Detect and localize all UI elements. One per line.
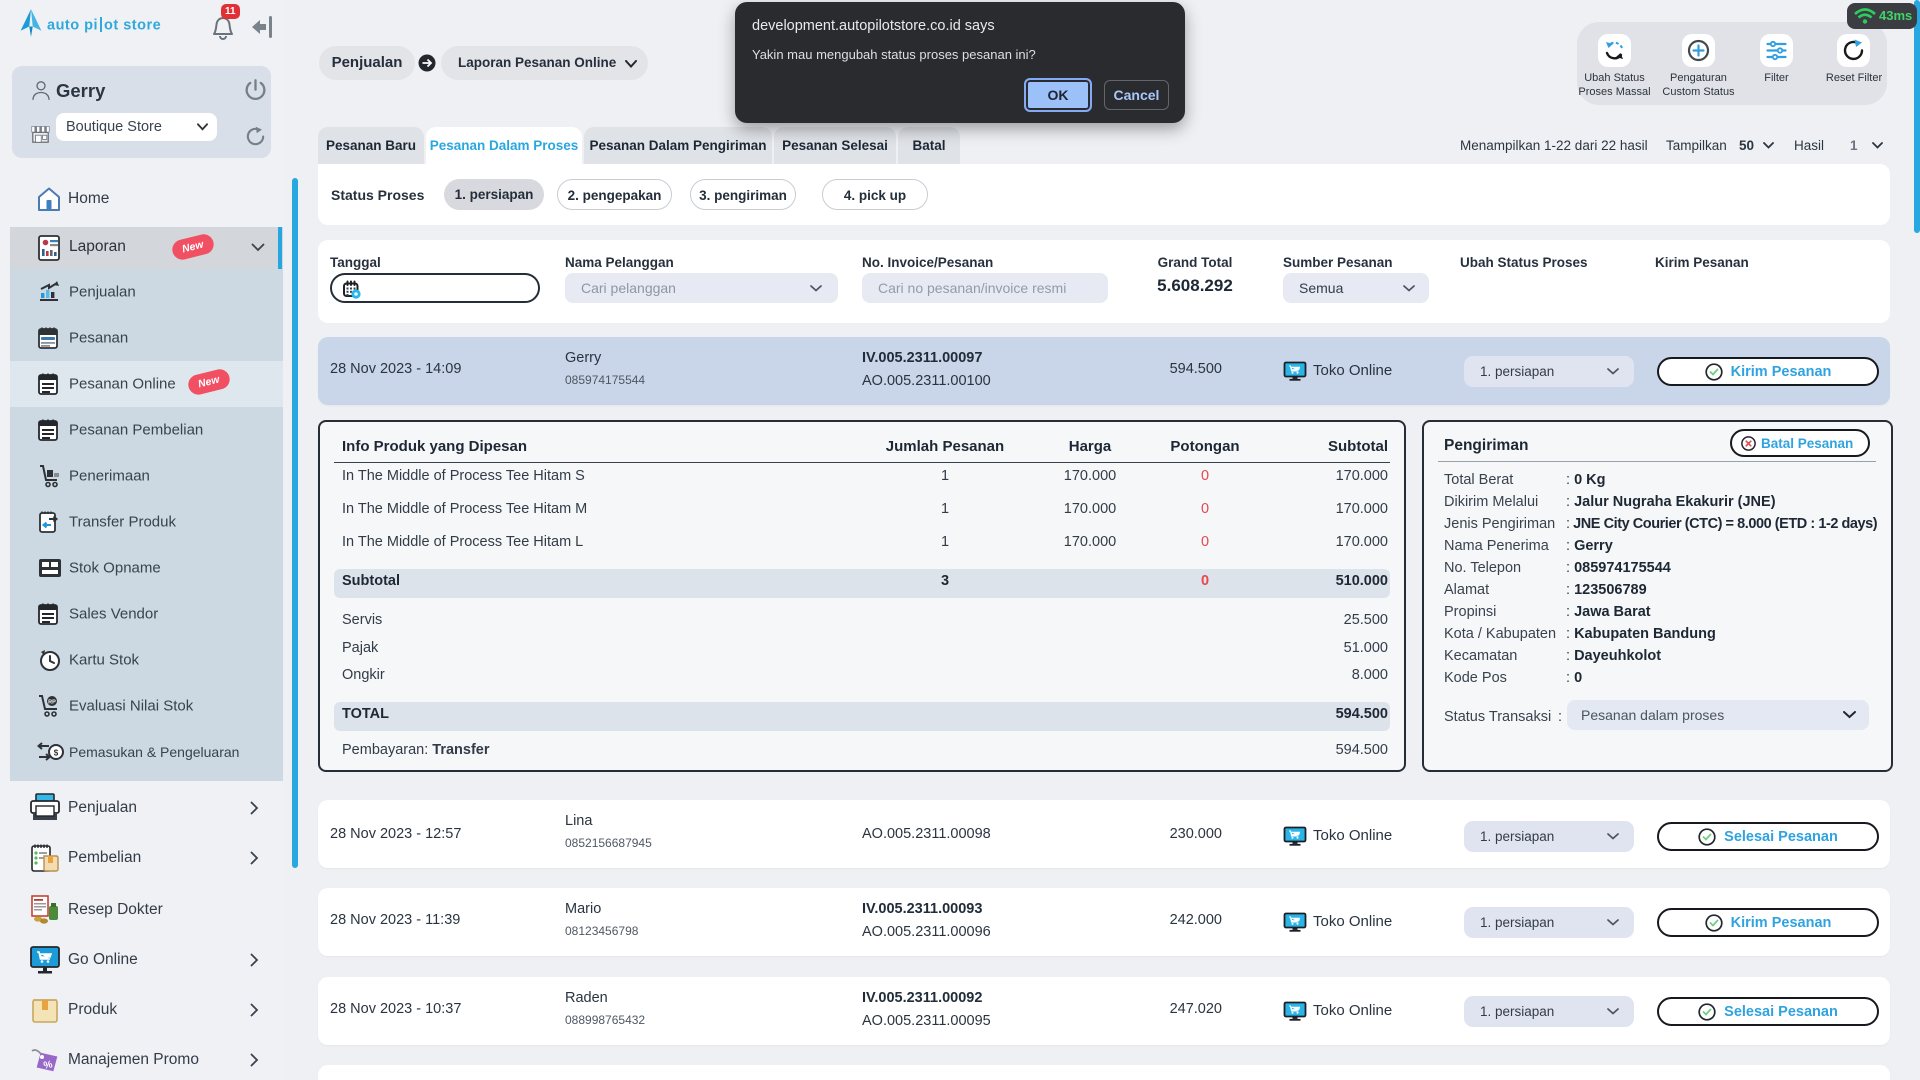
svg-text:$: $ [54, 749, 59, 758]
svg-text:RP: RP [48, 700, 56, 706]
